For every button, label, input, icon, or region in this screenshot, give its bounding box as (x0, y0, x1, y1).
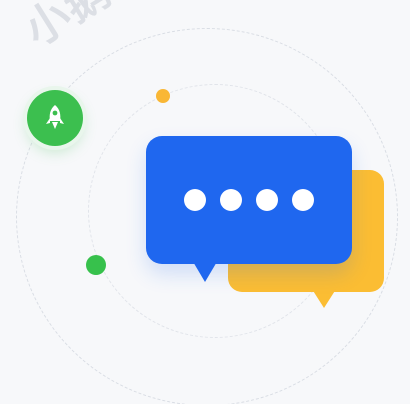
front-chat-bubble (146, 136, 352, 264)
typing-dot (256, 189, 278, 211)
front-chat-bubble-tail (192, 260, 218, 282)
orange-accent-dot (156, 89, 170, 103)
rocket-icon (46, 105, 64, 129)
back-chat-bubble-tail (310, 286, 338, 308)
typing-dot (184, 189, 206, 211)
typing-dot (292, 189, 314, 211)
rocket-badge (27, 90, 83, 146)
green-accent-dot (86, 255, 106, 275)
typing-dot (220, 189, 242, 211)
chat-illustration: 小鹅通 (0, 0, 410, 404)
